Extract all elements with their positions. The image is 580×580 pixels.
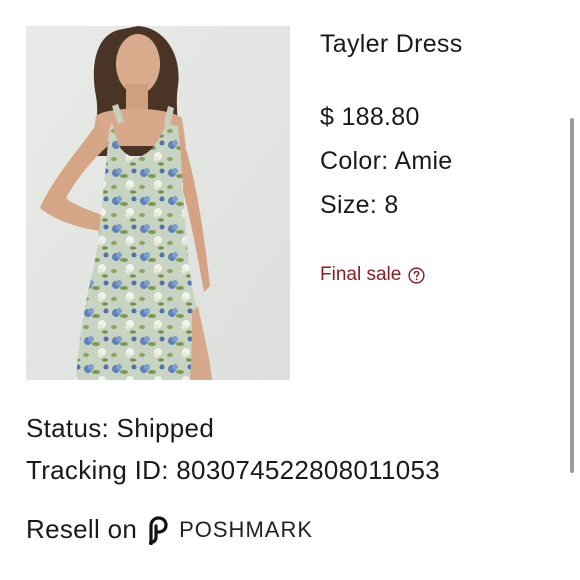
final-sale-link[interactable]: Final sale xyxy=(320,264,425,286)
poshmark-logo-icon xyxy=(148,515,168,545)
product-color: Color: Amie xyxy=(320,147,453,175)
product-image[interactable] xyxy=(26,26,290,380)
scrollbar[interactable] xyxy=(570,118,574,473)
resell-on-poshmark-button[interactable]: Resell on POSHMARK xyxy=(26,514,313,545)
resell-label: Resell on xyxy=(26,514,138,544)
product-title: Tayler Dress xyxy=(320,30,463,58)
question-circle-icon[interactable] xyxy=(408,266,425,284)
product-price: $ 188.80 xyxy=(320,103,420,131)
tracking-id: Tracking ID: 803074522808011053 xyxy=(26,455,441,485)
product-size: Size: 8 xyxy=(320,191,399,219)
poshmark-wordmark: POSHMARK xyxy=(179,516,314,542)
final-sale-label: Final sale xyxy=(320,264,402,285)
order-status: Status: Shipped xyxy=(26,413,215,443)
product-photo-illustration xyxy=(26,26,290,380)
